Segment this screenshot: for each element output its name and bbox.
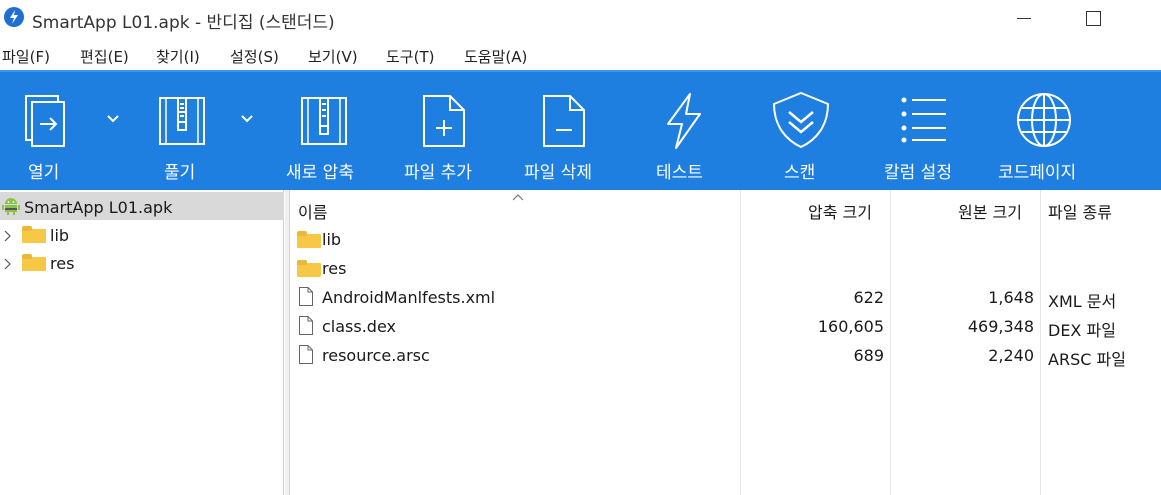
file-name: res	[322, 259, 347, 278]
column-settings-label: 칼럼 설정	[884, 163, 952, 183]
original-size: 469,348	[967, 317, 1034, 336]
column-header-original-size[interactable]: 원본 크기	[958, 199, 1022, 223]
file-name: resource.arsc	[322, 346, 430, 365]
packed-size: 160,605	[817, 317, 884, 336]
globe-icon	[1017, 93, 1071, 147]
delete-file-icon	[543, 95, 585, 147]
minimize-button[interactable]	[1000, 0, 1046, 37]
file-row[interactable]: class.dex 160,605 469,348 DEX 파일	[290, 312, 1161, 341]
file-row[interactable]: res	[290, 254, 1161, 283]
tree-root-label: SmartApp L01.apk	[24, 198, 173, 217]
original-size: 1,648	[988, 288, 1034, 307]
menu-settings[interactable]: 설정(S)	[230, 46, 279, 67]
menu-help[interactable]: 도움말(A)	[464, 46, 527, 67]
menu-file[interactable]: 파일(F)	[2, 46, 50, 67]
tree-node-lib[interactable]: lib	[0, 222, 284, 250]
add-file-button[interactable]: 파일 추가	[400, 72, 510, 190]
column-settings-button[interactable]: 칼럼 설정	[880, 72, 980, 190]
add-file-icon	[423, 95, 465, 147]
delete-file-button[interactable]: 파일 삭제	[520, 72, 630, 190]
file-row[interactable]: resource.arsc 689 2,240 ARSC 파일	[290, 341, 1161, 370]
menu-find[interactable]: 찾기(I)	[156, 46, 200, 67]
sort-ascending-icon	[512, 194, 524, 201]
toolbar: 열기 풀기 새로 압축 파일 추가 파일 삭제 테스트 스캔 칼럼 설정 코드페…	[0, 70, 1161, 190]
test-label: 테스트	[656, 163, 703, 183]
file-type: XML 문서	[1048, 292, 1117, 311]
scan-label: 스캔	[784, 163, 816, 183]
codepage-label: 코드페이지	[998, 163, 1077, 183]
extract-button[interactable]: 풀기	[140, 72, 240, 190]
column-header-packed-size[interactable]: 압축 크기	[808, 199, 872, 223]
tree-root-archive[interactable]: SmartApp L01.apk	[0, 192, 284, 220]
file-list: 이름 압축 크기 원본 크기 파일 종류 lib res AndroidManl…	[290, 190, 1161, 495]
lightning-icon	[667, 93, 701, 149]
open-label: 열기	[28, 163, 60, 183]
column-header-file-type[interactable]: 파일 종류	[1048, 199, 1112, 223]
file-type: ARSC 파일	[1048, 350, 1126, 369]
file-type: DEX 파일	[1048, 321, 1116, 340]
open-archive-icon	[25, 95, 65, 147]
folder-icon	[22, 254, 46, 271]
maximize-button[interactable]	[1070, 0, 1116, 37]
document-icon	[299, 345, 313, 364]
original-size: 2,240	[988, 346, 1034, 365]
new-archive-label: 새로 압축	[286, 163, 354, 183]
packed-size: 689	[853, 346, 884, 365]
list-icon	[901, 97, 946, 143]
extract-zip-icon	[159, 97, 205, 145]
open-button[interactable]: 열기	[0, 72, 100, 190]
tree-node-res[interactable]: res	[0, 250, 284, 278]
title-bar: SmartApp L01.apk - 반디집 (스탠더드)	[0, 0, 1161, 37]
test-button[interactable]: 테스트	[650, 72, 730, 190]
extract-label: 풀기	[164, 163, 196, 183]
extract-dropdown-chevron-icon[interactable]	[240, 114, 254, 124]
menu-tools[interactable]: 도구(T)	[386, 46, 434, 67]
chevron-right-icon[interactable]	[4, 230, 12, 242]
android-icon	[2, 198, 20, 215]
menu-view[interactable]: 보기(V)	[308, 46, 358, 67]
scan-button[interactable]: 스캔	[760, 72, 850, 190]
tree-node-label: lib	[50, 226, 70, 245]
document-icon	[299, 287, 313, 306]
add-file-label: 파일 추가	[404, 163, 472, 183]
folder-icon	[297, 231, 321, 248]
open-dropdown-chevron-icon[interactable]	[106, 114, 120, 124]
menu-edit[interactable]: 편집(E)	[80, 46, 129, 67]
new-archive-icon	[301, 97, 347, 145]
document-icon	[299, 316, 313, 335]
file-name: class.dex	[322, 317, 396, 336]
folder-icon	[22, 226, 46, 243]
shield-icon	[772, 91, 830, 149]
window-title: SmartApp L01.apk - 반디집 (스탠더드)	[32, 13, 335, 33]
folder-tree: SmartApp L01.apk lib res	[0, 190, 284, 495]
bandizip-app-icon	[4, 7, 24, 27]
file-name: lib	[322, 230, 342, 249]
column-header-name[interactable]: 이름	[298, 199, 327, 223]
packed-size: 622	[853, 288, 884, 307]
file-name: AndroidManlfests.xml	[322, 288, 496, 307]
chevron-right-icon[interactable]	[4, 258, 12, 270]
delete-file-label: 파일 삭제	[524, 163, 592, 183]
folder-icon	[297, 260, 321, 277]
new-archive-button[interactable]: 새로 압축	[280, 72, 380, 190]
file-row[interactable]: AndroidManlfests.xml 622 1,648 XML 문서	[290, 283, 1161, 312]
file-row[interactable]: lib	[290, 225, 1161, 254]
menu-bar: 파일(F) 편집(E) 찾기(I) 설정(S) 보기(V) 도구(T) 도움말(…	[0, 40, 1161, 70]
tree-node-label: res	[50, 254, 75, 273]
codepage-button[interactable]: 코드페이지	[990, 72, 1100, 190]
